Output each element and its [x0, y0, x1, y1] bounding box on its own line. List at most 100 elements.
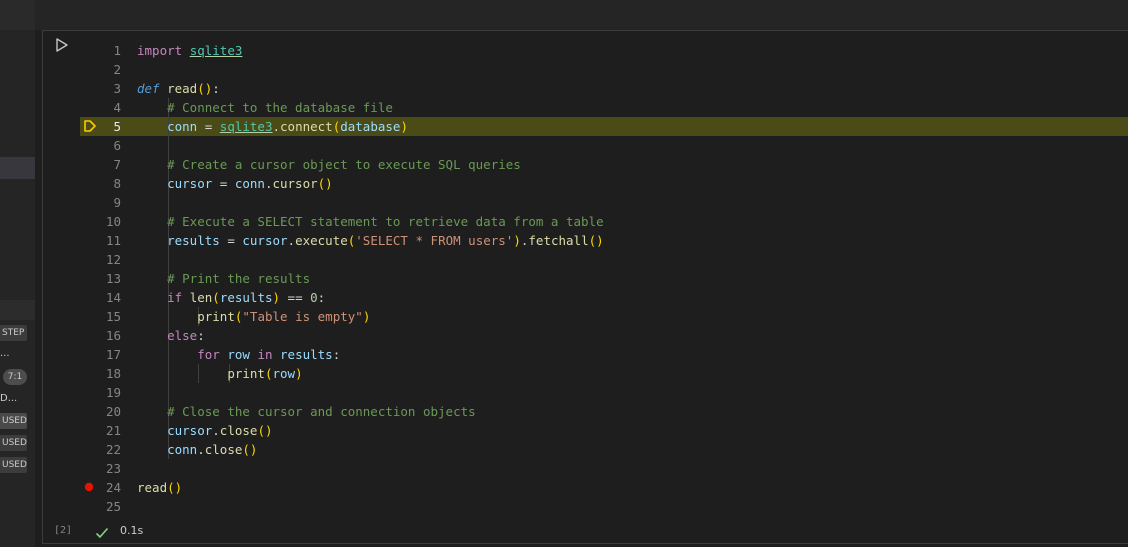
- code-token: connect: [280, 119, 333, 134]
- line-number: 11: [105, 233, 121, 248]
- code-line[interactable]: 22 conn.close(): [80, 440, 1128, 459]
- code-line[interactable]: 18 print(row): [80, 364, 1128, 383]
- line-number: 20: [105, 404, 121, 419]
- line-number: 7: [113, 157, 121, 172]
- code-line[interactable]: 15 print("Table is empty"): [80, 307, 1128, 326]
- code-token: print: [197, 309, 235, 324]
- code-token: # Connect to the database file: [167, 100, 393, 115]
- run-cell-button[interactable]: [55, 37, 69, 53]
- code-token: :: [317, 290, 326, 305]
- line-number: 22: [105, 442, 121, 457]
- code-token: .: [197, 442, 205, 457]
- code-token: close: [219, 423, 258, 438]
- code-token: :: [197, 328, 205, 343]
- play-icon: [56, 38, 68, 52]
- code-line[interactable]: 11 results = cursor.execute('SELECT * FR…: [80, 231, 1128, 250]
- code-token: conn: [167, 442, 198, 457]
- line-number: 23: [105, 461, 121, 476]
- code-token: .: [272, 119, 281, 134]
- code-text: def read():: [137, 79, 220, 98]
- code-token: cursor: [167, 176, 213, 191]
- code-token: (): [242, 442, 258, 457]
- code-token: fetchall: [528, 233, 589, 248]
- code-token: print: [227, 366, 265, 381]
- code-token: execute: [295, 233, 348, 248]
- code-token: row: [272, 366, 296, 381]
- code-line[interactable]: 13 # Print the results: [80, 269, 1128, 288]
- side-panel-truncated-text-2[interactable]: D...: [0, 393, 17, 404]
- code-token: # Print the results: [167, 271, 311, 286]
- code-token: read: [167, 81, 198, 96]
- code-line[interactable]: 6: [80, 136, 1128, 155]
- current-execution-line[interactable]: 5 conn = sqlite3.connect(database): [80, 117, 1128, 136]
- code-line[interactable]: 7 # Create a cursor object to execute SQ…: [80, 155, 1128, 174]
- code-line[interactable]: 17 for row in results:: [80, 345, 1128, 364]
- code-line[interactable]: 25: [80, 497, 1128, 516]
- code-text: cursor.close(): [137, 421, 272, 440]
- code-text: # Execute a SELECT statement to retrieve…: [137, 212, 604, 231]
- line-number: 6: [113, 138, 121, 153]
- code-line[interactable]: 3 def read():: [80, 79, 1128, 98]
- code-line[interactable]: 1 import sqlite3: [80, 41, 1128, 60]
- side-panel-truncated-text[interactable]: ...: [0, 348, 10, 359]
- code-text: print(row): [137, 364, 302, 383]
- code-token: for: [197, 347, 220, 362]
- code-token: cursor: [242, 233, 288, 248]
- code-text: # Print the results: [137, 269, 310, 288]
- code-token: results: [219, 290, 273, 305]
- line-number: 2: [113, 62, 121, 77]
- code-line[interactable]: 10 # Execute a SELECT statement to retri…: [80, 212, 1128, 231]
- code-line[interactable]: 4 # Connect to the database file: [80, 98, 1128, 117]
- code-token: (): [588, 233, 604, 248]
- code-token: # Close the cursor and connection object…: [167, 404, 476, 419]
- code-line[interactable]: 2: [80, 60, 1128, 79]
- code-token: ==: [280, 290, 311, 305]
- code-text: results = cursor.execute('SELECT * FROM …: [137, 231, 604, 250]
- line-number: 18: [105, 366, 121, 381]
- code-token: :: [212, 81, 220, 96]
- code-token: database: [340, 119, 401, 134]
- code-token: .: [212, 423, 220, 438]
- code-line[interactable]: 9: [80, 193, 1128, 212]
- call-stack-status-badge: STEP: [0, 325, 27, 341]
- code-text: read(): [137, 478, 182, 497]
- code-line[interactable]: 23: [80, 459, 1128, 478]
- code-token: ): [362, 309, 371, 324]
- line-number: 10: [105, 214, 121, 229]
- line-number: 16: [105, 328, 121, 343]
- code-token: else: [167, 328, 198, 343]
- code-line[interactable]: 12: [80, 250, 1128, 269]
- code-line[interactable]: 8 cursor = conn.cursor(): [80, 174, 1128, 193]
- code-token: 0: [310, 290, 318, 305]
- indent-guide: [168, 136, 169, 155]
- code-line[interactable]: 21 cursor.close(): [80, 421, 1128, 440]
- code-token: results: [280, 347, 333, 362]
- line-number: 9: [113, 195, 121, 210]
- code-token: ): [400, 119, 408, 134]
- thread-status-badge: USED: [0, 413, 27, 429]
- code-line[interactable]: 14 if len(results) == 0:: [80, 288, 1128, 307]
- side-panel-selected-row[interactable]: [0, 157, 35, 179]
- code-line[interactable]: 20 # Close the cursor and connection obj…: [80, 402, 1128, 421]
- code-token: =: [197, 119, 220, 134]
- code-line[interactable]: 19: [80, 383, 1128, 402]
- code-line[interactable]: 24 read(): [80, 478, 1128, 497]
- code-text: cursor = conn.cursor(): [137, 174, 333, 193]
- code-token: close: [204, 442, 243, 457]
- thread-status-badge: USED: [0, 457, 27, 473]
- left-side-panel: STEP ... 7:1 D... USED USED USED: [0, 0, 35, 547]
- code-line[interactable]: 16 else:: [80, 326, 1128, 345]
- indent-guide: [168, 193, 169, 212]
- code-editor[interactable]: 1 import sqlite3 2 3 def read(): 4 # Connect …: [80, 41, 1128, 519]
- code-text: # Connect to the database file: [137, 98, 393, 117]
